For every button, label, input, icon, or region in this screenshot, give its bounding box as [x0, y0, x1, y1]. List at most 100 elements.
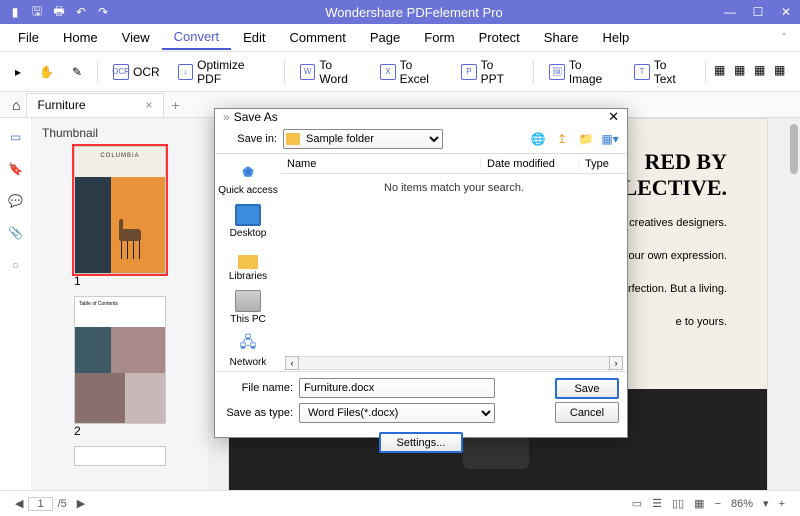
document-tab[interactable]: Furniture ×: [26, 93, 163, 117]
close-window-icon[interactable]: ✕: [772, 0, 800, 24]
save-as-dialog: » Save As ✕ Save in: Sample folder 🌐 ↥ 📁…: [214, 108, 628, 438]
search-icon[interactable]: ○: [7, 256, 25, 274]
menu-comment[interactable]: Comment: [278, 26, 358, 49]
hand-tool[interactable]: ✋: [32, 60, 61, 84]
file-name-input[interactable]: [299, 378, 495, 398]
side-rail: ▭ 🔖 💬 📎 ○: [0, 118, 32, 516]
dialog-close-icon[interactable]: ✕: [608, 109, 619, 125]
zoom-out-icon[interactable]: −: [710, 498, 726, 510]
chair-graphic: [115, 219, 149, 259]
save-type-select[interactable]: Word Files(*.docx): [299, 403, 495, 423]
menu-edit[interactable]: Edit: [231, 26, 277, 49]
menu-bar: File Home View Convert Edit Comment Page…: [0, 24, 800, 52]
zoom-dropdown-icon[interactable]: ▾: [758, 497, 774, 510]
nav-back-icon[interactable]: 🌐: [529, 130, 547, 148]
view-grid-icon[interactable]: ▦: [689, 497, 709, 510]
save-type-label: Save as type:: [223, 407, 293, 419]
redo-icon[interactable]: ↷: [94, 3, 112, 21]
menu-page[interactable]: Page: [358, 26, 412, 49]
to-ppt-button[interactable]: PTo PPT: [454, 53, 525, 91]
page-total: /5: [53, 498, 72, 510]
batch-icon-2[interactable]: ▦: [734, 63, 752, 81]
status-bar: ◀ 1 /5 ▶ ▭ ☰ ▯▯ ▦ − 86% ▾ +: [0, 490, 800, 516]
menu-share[interactable]: Share: [532, 26, 591, 49]
vertical-scrollbar[interactable]: [788, 118, 800, 516]
bookmarks-icon[interactable]: 🔖: [7, 160, 25, 178]
place-quick-access[interactable]: Quick access: [215, 158, 281, 199]
to-excel-button[interactable]: XTo Excel: [373, 53, 450, 91]
menu-help[interactable]: Help: [591, 26, 642, 49]
optimize-pdf-button[interactable]: ↓Optimize PDF: [171, 53, 276, 91]
file-list: Name Date modified Type No items match y…: [281, 154, 627, 371]
place-this-pc[interactable]: This PC: [215, 287, 281, 328]
ocr-button[interactable]: OCROCR: [106, 59, 167, 85]
save-icon[interactable]: 🖫: [28, 3, 46, 21]
save-in-label: Save in:: [223, 133, 277, 145]
view-single-icon[interactable]: ▭: [627, 497, 647, 510]
zoom-in-icon[interactable]: +: [774, 498, 790, 510]
col-name[interactable]: Name: [281, 158, 481, 170]
comments-icon[interactable]: 💬: [7, 192, 25, 210]
batch-icon-1[interactable]: ▦: [714, 63, 732, 81]
print-icon[interactable]: 🖶: [50, 3, 68, 21]
thumbnail-page-2[interactable]: Table of Contents: [74, 296, 166, 424]
save-in-select[interactable]: Sample folder: [283, 129, 443, 149]
folder-icon: [286, 133, 300, 145]
thumbnail-header: Thumbnail: [32, 124, 208, 146]
dialog-arrow-icon[interactable]: »: [223, 110, 230, 124]
convert-toolbar: ▸ ✋ ✎ OCROCR ↓Optimize PDF WTo Word XTo …: [0, 52, 800, 92]
file-name-label: File name:: [223, 382, 293, 394]
col-type[interactable]: Type: [579, 158, 627, 170]
view-menu-icon[interactable]: ▦▾: [601, 130, 619, 148]
to-image-button[interactable]: 🖼To Image: [542, 53, 623, 91]
page-number[interactable]: 1: [28, 497, 52, 511]
to-text-button[interactable]: TTo Text: [627, 53, 697, 91]
collapse-ribbon-icon[interactable]: ˆ: [774, 31, 794, 45]
thumbnail-1-label: 1: [74, 274, 166, 288]
dialog-title: Save As: [234, 110, 278, 124]
place-network[interactable]: Network: [215, 330, 281, 371]
attachments-icon[interactable]: 📎: [7, 224, 25, 242]
thumbnail-page-3[interactable]: [74, 446, 166, 466]
place-desktop[interactable]: Desktop: [215, 201, 281, 242]
settings-button[interactable]: Settings...: [379, 432, 463, 453]
thumbnail-page-1[interactable]: COLUMBIA: [74, 146, 166, 274]
col-date[interactable]: Date modified: [481, 158, 579, 170]
zoom-value: 86%: [726, 498, 758, 510]
places-sidebar: Quick access Desktop Libraries This PC N…: [215, 154, 281, 371]
menu-protect[interactable]: Protect: [467, 26, 532, 49]
next-page-icon[interactable]: ▶: [72, 497, 90, 510]
save-button[interactable]: Save: [555, 378, 619, 399]
tab-close-icon[interactable]: ×: [146, 98, 153, 112]
batch-icon-4[interactable]: ▦: [774, 63, 792, 81]
new-tab-icon[interactable]: +: [164, 97, 188, 113]
maximize-icon[interactable]: ☐: [744, 0, 772, 24]
empty-message: No items match your search.: [281, 174, 627, 355]
nav-up-icon[interactable]: ↥: [553, 130, 571, 148]
to-word-button[interactable]: WTo Word: [293, 53, 369, 91]
minimize-icon[interactable]: —: [716, 0, 744, 24]
new-folder-icon[interactable]: 📁: [577, 130, 595, 148]
undo-icon[interactable]: ↶: [72, 3, 90, 21]
menu-file[interactable]: File: [6, 26, 51, 49]
thumbnail-panel: Thumbnail COLUMBIA: [32, 118, 208, 516]
menu-convert[interactable]: Convert: [162, 25, 232, 50]
prev-page-icon[interactable]: ◀: [10, 497, 28, 510]
place-libraries[interactable]: Libraries: [215, 244, 281, 285]
menu-view[interactable]: View: [110, 26, 162, 49]
menu-form[interactable]: Form: [412, 26, 466, 49]
view-two-page-icon[interactable]: ▯▯: [667, 497, 689, 510]
home-tab-icon[interactable]: ⌂: [6, 97, 26, 113]
horizontal-scrollbar[interactable]: ‹›: [281, 355, 627, 371]
app-logo-icon: ▮: [6, 3, 24, 21]
thumbnail-2-label: 2: [74, 424, 166, 438]
view-continuous-icon[interactable]: ☰: [647, 497, 667, 510]
title-bar: ▮ 🖫 🖶 ↶ ↷ Wondershare PDFelement Pro — ☐…: [0, 0, 800, 24]
thumbnails-icon[interactable]: ▭: [7, 128, 25, 146]
cancel-button[interactable]: Cancel: [555, 402, 619, 423]
menu-home[interactable]: Home: [51, 26, 110, 49]
batch-icon-3[interactable]: ▦: [754, 63, 772, 81]
edit-tool[interactable]: ✎: [65, 60, 89, 84]
app-title: Wondershare PDFelement Pro: [112, 5, 716, 20]
select-tool[interactable]: ▸: [8, 60, 28, 84]
